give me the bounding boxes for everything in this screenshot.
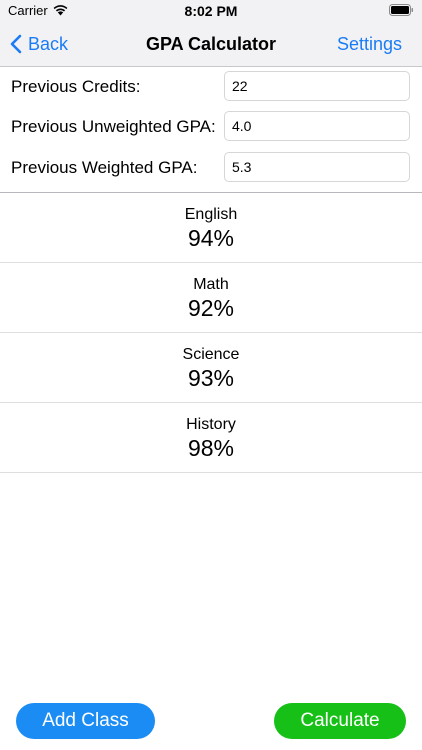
- class-name: History: [186, 416, 236, 433]
- class-list: English 94% Math 92% Science 93% History…: [0, 193, 422, 473]
- class-grade: 98%: [187, 435, 235, 461]
- add-class-button[interactable]: Add Class: [16, 703, 155, 739]
- class-row-science[interactable]: Science 93%: [0, 333, 422, 403]
- previous-weighted-gpa-field[interactable]: [224, 152, 410, 182]
- previous-credits-field[interactable]: [224, 71, 410, 101]
- navigation-bar: Back GPA Calculator Settings: [0, 22, 422, 66]
- previous-weighted-gpa-label: Previous Weighted GPA:: [11, 158, 198, 177]
- top-bar: Carrier 8:02 PM Back GPA Calculator Sett…: [0, 0, 422, 67]
- previous-credits-label: Previous Credits:: [11, 77, 141, 96]
- class-row-math[interactable]: Math 92%: [0, 263, 422, 333]
- class-grade: 93%: [187, 365, 235, 391]
- gpa-calculator-screen: Carrier 8:02 PM Back GPA Calculator Sett…: [0, 0, 422, 750]
- class-row-english[interactable]: English 94%: [0, 193, 422, 263]
- status-time: 8:02 PM: [184, 3, 238, 19]
- class-name: Science: [182, 346, 240, 363]
- class-name: English: [184, 206, 238, 223]
- class-grade: 92%: [187, 295, 235, 321]
- previous-credits-row: Previous Credits:: [0, 71, 422, 103]
- class-row-history[interactable]: History 98%: [0, 403, 422, 473]
- battery-icon: [389, 4, 413, 16]
- previous-unweighted-gpa-label: Previous Unweighted GPA:: [11, 117, 216, 136]
- previous-weighted-gpa-row: Previous Weighted GPA:: [0, 152, 422, 184]
- previous-unweighted-gpa-field[interactable]: [224, 111, 410, 141]
- class-name: Math: [193, 276, 229, 293]
- class-grade: 94%: [187, 225, 235, 251]
- status-bar: Carrier 8:02 PM: [0, 0, 422, 22]
- previous-unweighted-gpa-row: Previous Unweighted GPA:: [0, 111, 422, 143]
- calculate-button[interactable]: Calculate: [274, 703, 406, 739]
- settings-button[interactable]: Settings: [337, 34, 402, 55]
